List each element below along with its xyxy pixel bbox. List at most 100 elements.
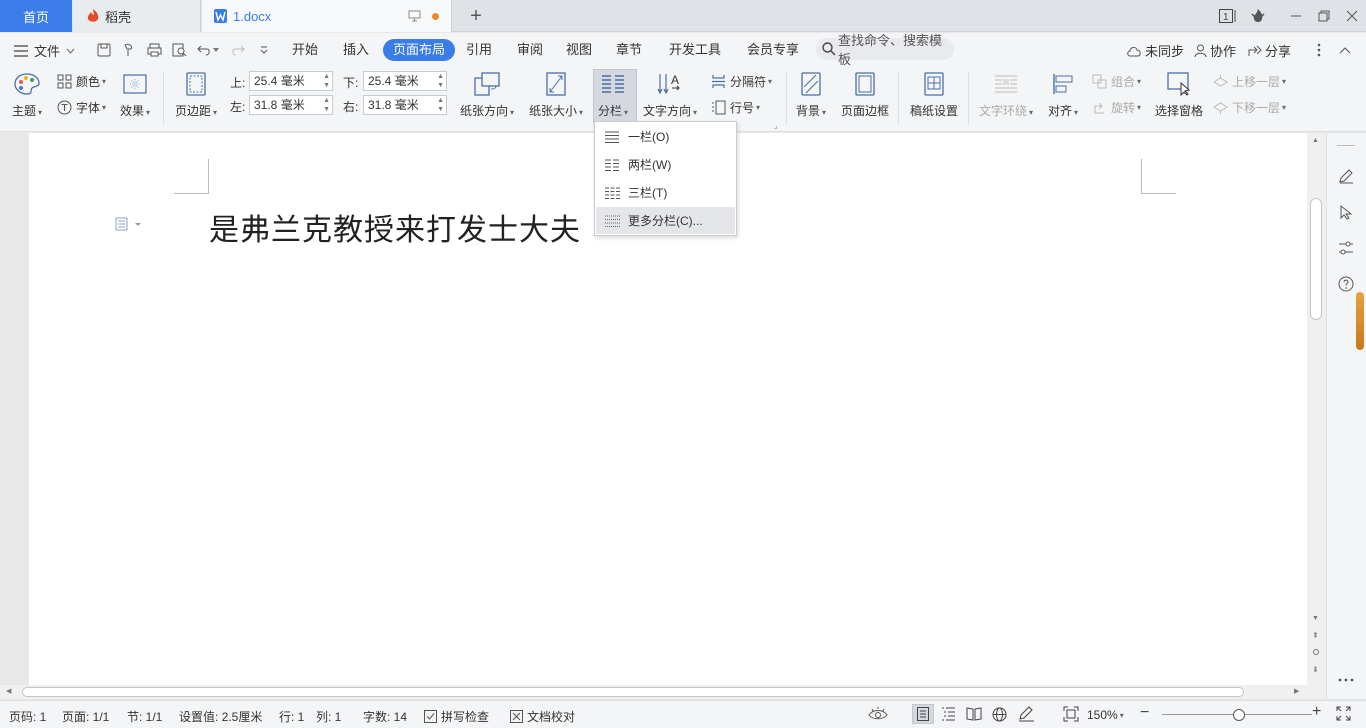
file-menu-button[interactable]: 文件 [14, 41, 75, 60]
menu-tab-view[interactable]: 视图 [556, 39, 602, 61]
previous-page-icon[interactable]: ⇞ [1312, 631, 1319, 640]
tab-daoke[interactable]: 稻壳 [73, 0, 201, 32]
spell-check-button[interactable]: 拼写检查 [424, 708, 489, 725]
pen-icon[interactable] [1335, 165, 1357, 187]
next-page-icon[interactable]: ⇟ [1312, 665, 1319, 674]
dropdown-item-two-columns[interactable]: 两栏(W) [596, 151, 735, 178]
scroll-right-arrow-icon[interactable]: ▶ [1294, 687, 1299, 695]
margin-bottom-input[interactable]: 25.4 毫米 ▲ ▼ [363, 71, 447, 91]
spinner-arrows-icon[interactable]: ▲ ▼ [323, 96, 330, 114]
vertical-scroll-thumb[interactable] [1310, 198, 1322, 320]
share-button[interactable]: 分享 [1248, 41, 1291, 60]
menu-tab-review[interactable]: 审阅 [507, 39, 553, 61]
page-view-button[interactable] [912, 704, 934, 724]
sync-button[interactable]: 未同步 [1126, 41, 1184, 60]
dialog-launcher-icon[interactable]: ⌟ [774, 121, 778, 130]
text-direction-button[interactable]: A 文字方向 ▾ [643, 69, 697, 119]
scroll-up-arrow-icon[interactable]: ▲ [1312, 137, 1319, 144]
margins-button[interactable]: 页边距 ▾ [175, 69, 217, 119]
dropdown-item-more-columns[interactable]: 更多分栏(C)... [596, 207, 735, 234]
zoom-in-button[interactable]: + [1312, 703, 1321, 721]
scroll-left-arrow-icon[interactable]: ◀ [6, 687, 11, 695]
document-text[interactable]: 是弗兰克教授来打发士大夫 [209, 205, 581, 249]
theme-label: 主题 [12, 104, 37, 118]
status-page-number[interactable]: 页码: 1 [9, 708, 46, 725]
add-tab-button[interactable]: + [462, 0, 490, 32]
colors-button[interactable]: 颜色 ▾ [57, 73, 106, 90]
background-button[interactable]: 背景 ▾ [796, 69, 826, 119]
scroll-down-arrow-icon[interactable]: ▼ [1312, 615, 1319, 622]
print-preview-icon[interactable] [170, 41, 188, 59]
spinner-arrows-icon[interactable]: ▲ ▼ [437, 96, 444, 114]
zoom-level-dropdown[interactable]: 150% ▾ [1087, 708, 1124, 722]
eye-protection-icon[interactable] [868, 706, 888, 722]
restore-button[interactable] [1310, 0, 1338, 32]
tab-document[interactable]: 1.docx [202, 0, 452, 32]
selection-pane-button[interactable]: 选择窗格 [1155, 69, 1203, 119]
outline-view-icon[interactable] [941, 707, 956, 721]
minimize-button[interactable] [1282, 0, 1310, 32]
menu-tab-start[interactable]: 开始 [282, 39, 328, 61]
collapse-ribbon-icon[interactable] [1336, 41, 1354, 59]
dropdown-item-three-columns[interactable]: 三栏(T) [596, 179, 735, 206]
status-section[interactable]: 节: 1/1 [127, 708, 162, 725]
customize-toolbar-icon[interactable] [255, 41, 273, 59]
command-search-input[interactable]: 查找命令、搜索模板 [816, 33, 954, 67]
more-horizontal-icon[interactable] [1335, 669, 1357, 691]
page-border-button[interactable]: 页面边框 [841, 69, 889, 119]
more-vertical-icon[interactable] [1310, 41, 1328, 59]
horizontal-scroll-thumb[interactable] [22, 687, 1244, 697]
effects-button[interactable]: 效果 ▾ [120, 69, 150, 119]
annotate-pen-icon[interactable] [1018, 706, 1035, 722]
paper-size-button[interactable]: 纸张大小 ▾ [529, 69, 583, 119]
window-number-icon[interactable]: 1 [1214, 0, 1242, 32]
spinner-arrows-icon[interactable]: ▲ ▼ [437, 72, 444, 90]
document-proof-button[interactable]: 文档校对 [510, 708, 575, 725]
monitor-icon[interactable] [408, 10, 421, 22]
paragraph-handle-icon[interactable] [115, 217, 143, 231]
browse-object-icon[interactable] [1313, 649, 1319, 655]
columns-button[interactable]: 分栏 ▾ [598, 69, 628, 119]
zoom-slider-thumb[interactable] [1233, 709, 1245, 721]
align-button[interactable]: 对齐 ▾ [1048, 69, 1078, 119]
menu-tab-references[interactable]: 引用 [456, 39, 502, 61]
cursor-icon[interactable] [1335, 201, 1357, 223]
panel-slider-handle[interactable] [1356, 292, 1364, 350]
format-painter-icon[interactable] [120, 41, 138, 59]
menu-tab-member[interactable]: 会员专享 [737, 39, 809, 61]
zoom-out-button[interactable]: − [1140, 704, 1149, 722]
menu-tab-chapter[interactable]: 章节 [606, 39, 652, 61]
save-icon[interactable] [95, 41, 113, 59]
status-word-count[interactable]: 字数: 14 [363, 708, 407, 725]
fullscreen-icon[interactable] [1336, 706, 1351, 721]
status-row[interactable]: 行: 1 [279, 708, 304, 725]
reading-view-icon[interactable] [966, 707, 982, 721]
line-numbers-button[interactable]: 行号 ▾ [711, 99, 760, 116]
web-view-icon[interactable] [992, 707, 1007, 722]
menu-tab-page-layout[interactable]: 页面布局 [383, 39, 456, 61]
dropdown-item-one-column[interactable]: 一栏(O) [596, 123, 735, 150]
avatar[interactable] [1244, 0, 1272, 32]
status-setting-value[interactable]: 设置值: 2.5厘米 [179, 708, 262, 725]
sliders-icon[interactable] [1335, 237, 1357, 259]
spinner-arrows-icon[interactable]: ▲ ▼ [323, 72, 330, 90]
breaks-button[interactable]: 分隔符 ▾ [711, 73, 772, 90]
status-column[interactable]: 列: 1 [316, 708, 341, 725]
manuscript-button[interactable]: 稿纸设置 [910, 69, 958, 119]
status-pages[interactable]: 页面: 1/1 [62, 708, 109, 725]
menu-tab-insert[interactable]: 插入 [333, 39, 379, 61]
margin-top-input[interactable]: 25.4 毫米 ▲ ▼ [249, 71, 333, 91]
collab-button[interactable]: 协作 [1194, 41, 1236, 60]
menu-tab-developer[interactable]: 开发工具 [659, 39, 731, 61]
margin-right-input[interactable]: 31.8 毫米 ▲ ▼ [363, 95, 447, 115]
orientation-button[interactable]: 纸张方向 ▾ [460, 69, 514, 119]
margin-left-input[interactable]: 31.8 毫米 ▲ ▼ [249, 95, 333, 115]
theme-button[interactable]: 主题 ▾ [12, 69, 42, 119]
tab-home[interactable]: 首页 [0, 0, 72, 32]
close-button[interactable] [1338, 0, 1366, 32]
undo-dropdown-icon[interactable] [211, 41, 221, 59]
fit-page-icon[interactable] [1063, 706, 1079, 722]
fonts-button[interactable]: 字体 ▾ [57, 99, 106, 116]
help-icon[interactable] [1335, 273, 1357, 295]
print-icon[interactable] [145, 41, 163, 59]
